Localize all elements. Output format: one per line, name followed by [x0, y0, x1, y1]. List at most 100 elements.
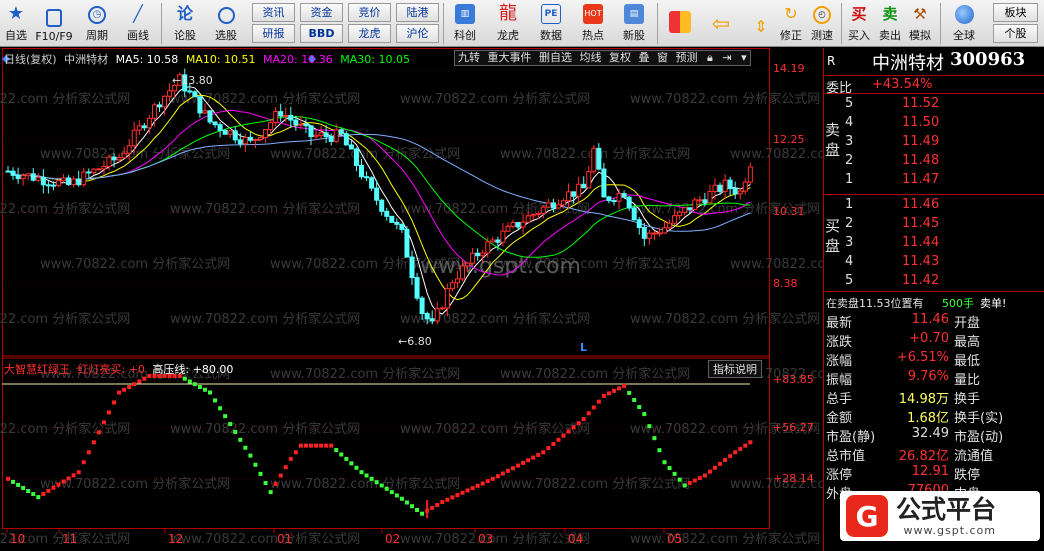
- watermark-text: www.70822.com 分析家公式网: [630, 91, 820, 107]
- stock-button[interactable]: 个股: [993, 24, 1038, 43]
- sell-level-row[interactable]: 5 11.52: [824, 95, 1044, 114]
- buy-level-row[interactable]: 2 11.45: [824, 215, 1044, 234]
- tool-remove-fav[interactable]: 删自选: [539, 51, 572, 64]
- indicator-header: 大智慧红绿王 红灯亮买: +0 高压线: +80.00: [4, 361, 233, 377]
- stat-row: 涨跌 +0.70 最高: [824, 330, 1044, 350]
- group-button-longhu[interactable]: 龙虎: [348, 24, 391, 43]
- indicator-point: [505, 468, 510, 473]
- tb-speed-label: 测速: [811, 29, 833, 42]
- group-button-bbd[interactable]: BBD: [300, 24, 343, 43]
- indicator-point: [293, 450, 298, 455]
- buy-level-row[interactable]: 3 11.44: [824, 234, 1044, 253]
- candle-body: [530, 214, 536, 217]
- indicator-point: [601, 393, 606, 398]
- toolbar-separator: [443, 3, 444, 44]
- tb-lungu-label: 论股: [174, 29, 196, 42]
- sell-level-row[interactable]: 1 11.47: [824, 171, 1044, 190]
- candle-body: [505, 225, 511, 232]
- quote-stock-name: 中洲特材: [872, 53, 944, 74]
- tb-kechuang-button[interactable]: ▥ 科创: [449, 2, 481, 45]
- candle-body: [298, 123, 304, 126]
- tb-xingu-button[interactable]: ▤ 新股: [617, 2, 651, 45]
- indicator-point: [465, 488, 470, 493]
- lock-icon[interactable]: 🔒︎: [707, 51, 713, 64]
- sell-level-row[interactable]: 4 11.50: [824, 114, 1044, 133]
- tool-jiuzhuan[interactable]: 九转: [458, 51, 480, 64]
- buy-level-row[interactable]: 1 11.46: [824, 196, 1044, 215]
- candle-body: [540, 206, 546, 214]
- candle-body: [500, 230, 506, 243]
- color-blocks-icon: [669, 11, 691, 33]
- tool-adjust[interactable]: 复权: [609, 51, 631, 64]
- indicator-point: [81, 460, 86, 465]
- tb-simulate-button[interactable]: ⚒ 模拟: [906, 2, 934, 45]
- tb-f10-button[interactable]: F10/F9: [33, 2, 75, 45]
- sector-button[interactable]: 板块: [993, 3, 1038, 22]
- sell-level-row[interactable]: 3 11.49: [824, 133, 1044, 152]
- tb-longhu2-button[interactable]: 龍 龙虎: [489, 2, 527, 45]
- tb-lungu-button[interactable]: 论 论股: [167, 2, 203, 45]
- sell-level-row[interactable]: 2 11.48: [824, 152, 1044, 171]
- buy-level-row[interactable]: 5 11.42: [824, 272, 1044, 291]
- group-button-lugang[interactable]: 陆港: [396, 3, 439, 22]
- ma5-label: MA5: 10.58: [115, 53, 179, 66]
- stat-label-2: 最高: [954, 335, 981, 350]
- indicator-name[interactable]: 大智慧红绿王: [4, 363, 70, 376]
- indicator-point: [379, 483, 384, 488]
- group-button-hulun[interactable]: 沪伦: [396, 24, 439, 43]
- menu-icon[interactable]: ▾: [741, 51, 747, 64]
- tool-overlay[interactable]: 叠: [639, 51, 650, 64]
- candle-body: [217, 124, 223, 131]
- tb-back-button[interactable]: ⇦: [706, 2, 736, 45]
- tb-redian-button[interactable]: HOT 热点: [576, 2, 610, 45]
- tb-speed-button[interactable]: ◴ 测速: [807, 2, 837, 45]
- tb-revise-label: 修正: [780, 29, 802, 42]
- indicator-help-button[interactable]: 指标说明: [708, 360, 762, 378]
- tb-drawline-button[interactable]: ╱ 画线: [120, 2, 156, 45]
- tool-forecast[interactable]: 预测: [676, 51, 698, 64]
- candle-body: [293, 119, 299, 126]
- tb-sell-button[interactable]: 卖 卖出: [876, 2, 904, 45]
- stat-label-2: 跌停: [954, 468, 981, 483]
- tool-window[interactable]: 窗: [657, 51, 668, 64]
- candle-body: [258, 137, 263, 140]
- expand-icon[interactable]: ⇥: [722, 51, 731, 64]
- group-button-zijin[interactable]: 资金: [300, 3, 343, 22]
- tb-buy-button[interactable]: 买 买入: [845, 2, 873, 45]
- tb-zixuan-button[interactable]: ★ 自选: [1, 2, 31, 45]
- tb-revise-button[interactable]: ↻ 修正: [776, 2, 806, 45]
- indicator-point: [61, 479, 66, 484]
- stat-label: 总市值: [826, 449, 866, 464]
- tb-xuangu-button[interactable]: 选股: [208, 2, 244, 45]
- tb-updown-button[interactable]: ⇕: [746, 2, 776, 45]
- group-button-jingjia[interactable]: 竞价: [348, 3, 391, 22]
- stat-label-2: 开盘: [954, 316, 981, 331]
- indicator-point: [652, 436, 657, 441]
- kline-header: 日线(复权) 中洲特材 MA5: 10.58 MA10: 10.51 MA20:…: [4, 51, 410, 67]
- group-button-zixun[interactable]: 资讯: [252, 3, 295, 22]
- indicator-point: [36, 495, 41, 500]
- indicator-point: [485, 479, 490, 484]
- tb-global-button[interactable]: 全球: [944, 2, 984, 45]
- group-button-yanbao[interactable]: 研报: [252, 24, 295, 43]
- indicator-point: [208, 390, 212, 395]
- indicator-point: [202, 387, 207, 392]
- tb-period-button[interactable]: ◷ 周期: [79, 2, 115, 45]
- candle-body: [212, 121, 218, 126]
- indicator-point: [324, 443, 329, 448]
- tb-buy-label: 买入: [848, 29, 870, 42]
- indicator-point: [667, 466, 672, 471]
- tb-layout-button[interactable]: [665, 2, 695, 45]
- tb-shuju-button[interactable]: PE 数据: [534, 2, 568, 45]
- indicator-point: [692, 478, 697, 483]
- buy-level-row[interactable]: 4 11.43: [824, 253, 1044, 272]
- buy-level-index: 3: [845, 235, 854, 250]
- candle-body: [353, 148, 359, 166]
- tool-events[interactable]: 重大事件: [488, 51, 532, 64]
- period-label[interactable]: 日线(复权): [4, 53, 57, 66]
- tool-ma[interactable]: 均线: [580, 51, 602, 64]
- tb-drawline-label: 画线: [127, 29, 149, 42]
- candle-body: [697, 199, 703, 202]
- candle-body: [359, 164, 364, 178]
- indicator-point: [612, 388, 616, 393]
